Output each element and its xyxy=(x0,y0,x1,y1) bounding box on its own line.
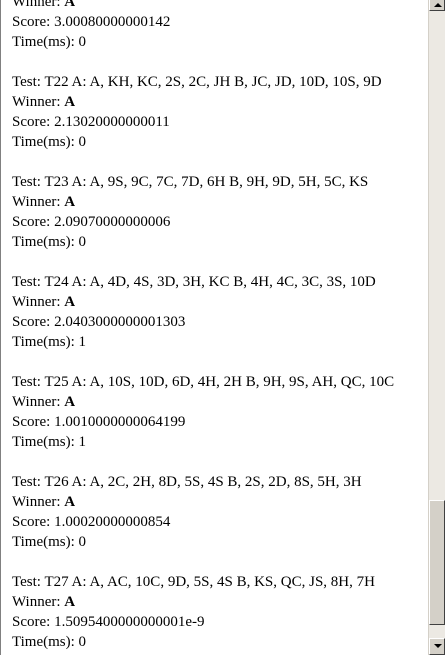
output-window: Winner: A Score: 3.00080000000142 Time(m… xyxy=(0,0,445,655)
test-line: Test: T24 A: A, 4D, 4S, 3D, 3H, KC B, 4H… xyxy=(12,274,376,290)
scrollbar-thumb[interactable] xyxy=(429,500,445,625)
time-value: 0 xyxy=(78,234,87,250)
score-line: Score: 2.0403000000001303 xyxy=(12,314,186,330)
test-id: T22 xyxy=(44,74,69,90)
test-line: Test: T25 A: A, 10S, 10D, 6D, 4H, 2H B, … xyxy=(12,374,395,390)
scroll-down-button[interactable] xyxy=(429,638,445,655)
winner-value: A xyxy=(64,194,76,210)
time-value: 1 xyxy=(78,334,87,350)
time-line: Time(ms): 1 xyxy=(12,334,87,350)
winner-value: A xyxy=(64,0,76,10)
results-log: Winner: A Score: 3.00080000000142 Time(m… xyxy=(12,0,424,652)
test-line: Test: T22 A: A, KH, KC, 2S, 2C, JH B, JC… xyxy=(12,74,382,90)
time-line: Time(ms): 0 xyxy=(12,634,87,650)
score-value: 2.13020000000011 xyxy=(54,114,170,130)
time-value: 0 xyxy=(78,134,87,150)
test-id: T26 xyxy=(44,474,69,490)
time-line: Time(ms): 0 xyxy=(12,234,87,250)
time-line: Time(ms): 0 xyxy=(12,34,87,50)
winner-value: A xyxy=(64,394,76,410)
score-value: 1.00020000000854 xyxy=(54,514,171,530)
winner-value: A xyxy=(64,94,76,110)
score-value: 1.0010000000064199 xyxy=(54,414,186,430)
test-id: T25 xyxy=(44,374,69,390)
score-value: 3.00080000000142 xyxy=(54,14,171,30)
winner-line: Winner: A xyxy=(12,494,76,510)
score-value: 1.5095400000000001e-9 xyxy=(54,614,205,630)
winner-line: Winner: A xyxy=(12,194,76,210)
test-hands: A: A, KH, KC, 2S, 2C, JH B, JC, JD, 10D,… xyxy=(71,74,382,90)
winner-line: Winner: A xyxy=(12,594,76,610)
arrow-down-icon xyxy=(434,644,442,648)
test-hands: A: A, 4D, 4S, 3D, 3H, KC B, 4H, 4C, 3C, … xyxy=(71,274,376,290)
score-line: Score: 3.00080000000142 xyxy=(12,14,171,30)
score-value: 2.09070000000006 xyxy=(54,214,171,230)
winner-line: Winner: A xyxy=(12,294,76,310)
winner-value: A xyxy=(64,594,76,610)
time-line: Time(ms): 0 xyxy=(12,534,87,550)
scroll-up-button[interactable] xyxy=(429,0,445,11)
time-value: 1 xyxy=(78,434,87,450)
time-line: Time(ms): 0 xyxy=(12,134,87,150)
score-line: Score: 1.5095400000000001e-9 xyxy=(12,614,205,630)
test-line: Test: T26 A: A, 2C, 2H, 8D, 5S, 4S B, 2S… xyxy=(12,474,362,490)
score-line: Score: 1.00020000000854 xyxy=(12,514,171,530)
test-hands: A: A, AC, 10C, 9D, 5S, 4S B, KS, QC, JS,… xyxy=(71,574,375,590)
time-value: 0 xyxy=(78,534,87,550)
score-line: Score: 1.0010000000064199 xyxy=(12,414,186,430)
winner-line: Winner: A xyxy=(12,0,424,12)
time-value: 0 xyxy=(78,634,87,650)
winner-value: A xyxy=(64,494,76,510)
test-hands: A: A, 9S, 9C, 7C, 7D, 6H B, 9H, 9D, 5H, … xyxy=(71,174,369,190)
test-line: Test: T23 A: A, 9S, 9C, 7C, 7D, 6H B, 9H… xyxy=(12,174,369,190)
vertical-scrollbar[interactable] xyxy=(428,0,445,655)
test-line: Test: T27 A: A, AC, 10C, 9D, 5S, 4S B, K… xyxy=(12,574,375,590)
test-hands: A: A, 10S, 10D, 6D, 4H, 2H B, 9H, 9S, AH… xyxy=(71,374,395,390)
test-id: T24 xyxy=(44,274,69,290)
test-hands: A: A, 2C, 2H, 8D, 5S, 4S B, 2S, 2D, 8S, … xyxy=(71,474,362,490)
winner-value: A xyxy=(64,294,76,310)
test-id: T27 xyxy=(44,574,69,590)
time-line: Time(ms): 1 xyxy=(12,434,87,450)
score-value: 2.0403000000001303 xyxy=(54,314,186,330)
winner-line: Winner: A xyxy=(12,94,76,110)
arrow-up-icon xyxy=(434,3,442,7)
score-line: Score: 2.13020000000011 xyxy=(12,114,170,130)
winner-line: Winner: A xyxy=(12,394,76,410)
test-id: T23 xyxy=(44,174,69,190)
score-line: Score: 2.09070000000006 xyxy=(12,214,171,230)
time-value: 0 xyxy=(78,34,87,50)
